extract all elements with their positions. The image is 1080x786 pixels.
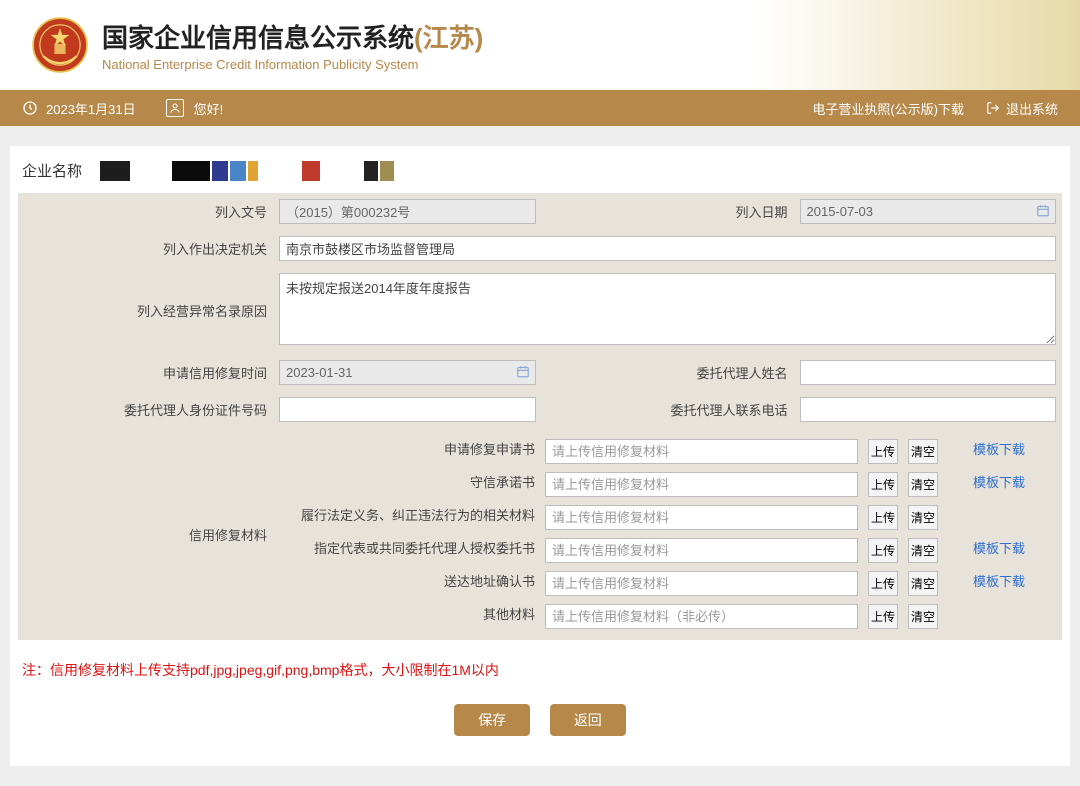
clear-button[interactable]: 清空 — [908, 472, 938, 497]
material-row-label: 送达地址确认书 — [281, 568, 539, 599]
download-license-link[interactable]: 电子营业执照(公示版)下载 — [812, 99, 964, 118]
agent-name-input[interactable] — [800, 360, 1057, 385]
doc-no-input — [279, 199, 536, 224]
clear-button[interactable]: 清空 — [908, 604, 938, 629]
logout-icon — [986, 101, 1000, 115]
clock-icon — [22, 100, 38, 116]
page-subtitle: National Enterprise Credit Information P… — [102, 57, 483, 72]
material-file-input[interactable] — [545, 604, 858, 629]
material-row-label: 守信承诺书 — [281, 469, 539, 500]
upload-button[interactable]: 上传 — [868, 604, 898, 629]
material-row-label: 指定代表或共同委托代理人授权委托书 — [281, 535, 539, 566]
material-file-input[interactable] — [545, 472, 858, 497]
upload-button[interactable]: 上传 — [868, 505, 898, 530]
apply-time-label: 申请信用修复时间 — [18, 354, 273, 391]
template-download-link[interactable]: 模板下载 — [973, 574, 1025, 589]
upload-button[interactable]: 上传 — [868, 538, 898, 563]
template-download-link[interactable]: 模板下载 — [973, 541, 1025, 556]
user-icon — [166, 99, 184, 117]
agent-phone-input[interactable] — [800, 397, 1057, 422]
clear-button[interactable]: 清空 — [908, 439, 938, 464]
template-download-link[interactable]: 模板下载 — [973, 442, 1025, 457]
date-in-label: 列入日期 — [542, 193, 794, 230]
redacted-info — [90, 161, 394, 181]
agent-id-label: 委托代理人身份证件号码 — [18, 391, 273, 428]
material-row-label: 申请修复申请书 — [281, 436, 539, 467]
material-file-input[interactable] — [545, 571, 858, 596]
national-emblem-icon — [32, 17, 88, 73]
upload-note: 注：信用修复材料上传支持pdf,jpg,jpeg,gif,png,bmp格式，大… — [18, 640, 1062, 680]
clear-button[interactable]: 清空 — [908, 538, 938, 563]
upload-button[interactable]: 上传 — [868, 472, 898, 497]
date-in-input — [800, 199, 1057, 224]
reason-label: 列入经营异常名录原因 — [18, 267, 273, 354]
decision-org-input[interactable] — [279, 236, 1056, 261]
agent-phone-label: 委托代理人联系电话 — [542, 391, 794, 428]
enterprise-label: 企业名称 — [22, 160, 82, 181]
back-button[interactable]: 返回 — [550, 704, 626, 736]
materials-section-label: 信用修复材料 — [18, 428, 273, 640]
decision-org-label: 列入作出决定机关 — [18, 230, 273, 267]
agent-name-label: 委托代理人姓名 — [542, 354, 794, 391]
info-bar: 2023年1月31日 您好! 电子营业执照(公示版)下载 退出系统 — [0, 90, 1080, 126]
material-row-label: 其他材料 — [281, 601, 539, 632]
save-button[interactable]: 保存 — [454, 704, 530, 736]
upload-button[interactable]: 上传 — [868, 439, 898, 464]
greeting: 您好! — [194, 99, 224, 118]
material-file-input[interactable] — [545, 439, 858, 464]
enterprise-row: 企业名称 — [18, 154, 1062, 193]
apply-time-input[interactable] — [279, 360, 536, 385]
header: 国家企业信用信息公示系统(江苏) National Enterprise Cre… — [0, 0, 1080, 90]
current-date: 2023年1月31日 — [46, 99, 136, 118]
page-title: 国家企业信用信息公示系统(江苏) — [102, 18, 483, 55]
clear-button[interactable]: 清空 — [908, 571, 938, 596]
reason-textarea[interactable]: 未按规定报送2014年度年度报告 — [279, 273, 1056, 345]
upload-button[interactable]: 上传 — [868, 571, 898, 596]
template-download-link[interactable]: 模板下载 — [973, 475, 1025, 490]
doc-no-label: 列入文号 — [18, 193, 273, 230]
material-file-input[interactable] — [545, 538, 858, 563]
clear-button[interactable]: 清空 — [908, 505, 938, 530]
material-file-input[interactable] — [545, 505, 858, 530]
material-row-label: 履行法定义务、纠正违法行为的相关材料 — [281, 502, 539, 533]
logout-link[interactable]: 退出系统 — [986, 99, 1058, 118]
agent-id-input[interactable] — [279, 397, 536, 422]
